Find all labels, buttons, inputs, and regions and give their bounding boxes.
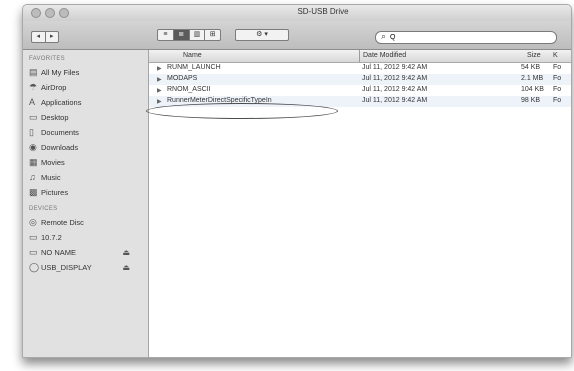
forward-button[interactable]: ▸ (44, 32, 59, 42)
file-row[interactable]: ▶ MODAPS Jul 11, 2012 9:42 AM 2.1 MB Fo (149, 74, 571, 85)
sidebar-item-label: 10.7.2 (41, 233, 62, 242)
file-size: 98 KB (521, 97, 541, 104)
column-header-kind[interactable]: K (553, 52, 558, 59)
sidebar-item-music[interactable]: ♫ Music (23, 170, 148, 185)
sidebar-item-movies[interactable]: ▦ Movies (23, 155, 148, 170)
sidebar-item-label: USB_DISPLAY (41, 263, 92, 272)
file-date: Jul 11, 2012 9:42 AM (362, 97, 428, 104)
file-kind: Fo (553, 64, 562, 71)
disclosure-triangle-icon[interactable]: ▶ (157, 87, 162, 94)
search-field[interactable]: ⌕ (375, 31, 557, 44)
coverflow-view-button[interactable]: ⊞ (204, 30, 220, 40)
file-name: RUNM_LAUNCH (167, 64, 221, 71)
sidebar-item-usb-display[interactable]: ◯ USB_DISPLAY ⏏ (23, 260, 148, 275)
sidebar-item-applications[interactable]: A Applications (23, 95, 148, 110)
window-title: SD-USB Drive (297, 7, 349, 16)
sidebar-item-label: Movies (41, 158, 65, 167)
file-row[interactable]: ▶ RNOM_ASCII Jul 11, 2012 9:42 AM 104 KB… (149, 85, 571, 96)
all-files-icon: ▤ (29, 67, 38, 77)
file-date: Jul 11, 2012 9:42 AM (362, 86, 428, 93)
search-icon: ⌕ (381, 31, 387, 41)
pictures-icon: ▩ (29, 187, 38, 197)
close-button[interactable] (31, 8, 41, 18)
file-row[interactable]: ▶ RUNM_LAUNCH Jul 11, 2012 9:42 AM 54 KB… (149, 63, 571, 74)
icon-view-button[interactable]: ≡ (158, 30, 173, 40)
file-list: Name Date Modified Size K ▶ RUNM_LAUNCH … (149, 50, 571, 357)
sidebar-item-airdrop[interactable]: ☂ AirDrop (23, 80, 148, 95)
file-date: Jul 11, 2012 9:42 AM (362, 64, 428, 71)
sidebar-item-label: All My Files (41, 68, 80, 77)
sidebar-item-label: Pictures (41, 188, 69, 197)
minimize-button[interactable] (45, 8, 55, 18)
nav-buttons: ◂ ▸ (31, 31, 59, 43)
toolbar: ◂ ▸ ≡ ≣ ▥ ⊞ ⚙ ▾ ⌕ (23, 21, 571, 50)
file-kind: Fo (553, 75, 562, 82)
column-header-date[interactable]: Date Modified (359, 50, 406, 62)
downloads-icon: ◉ (29, 142, 37, 152)
sidebar-item-desktop[interactable]: ▭ Desktop (23, 110, 148, 125)
highlight-ellipse (146, 103, 338, 119)
drive-icon: ▭ (29, 247, 38, 257)
sidebar-item-documents[interactable]: ▯ Documents (23, 125, 148, 140)
sidebar-item-remote-disc[interactable]: ◎ Remote Disc (23, 215, 148, 230)
sidebar-item-downloads[interactable]: ◉ Downloads (23, 140, 148, 155)
file-name: MODAPS (167, 75, 198, 82)
file-date: Jul 11, 2012 9:42 AM (362, 75, 428, 82)
sidebar-item-label: Documents (41, 128, 79, 137)
desktop-icon: ▭ (29, 112, 38, 122)
column-view-button[interactable]: ▥ (188, 30, 205, 40)
documents-icon: ▯ (29, 127, 34, 137)
file-kind: Fo (553, 86, 562, 93)
window-controls (31, 8, 69, 18)
column-header: Name Date Modified Size K (149, 50, 571, 63)
list-view-button[interactable]: ≣ (172, 30, 189, 40)
sidebar-item-label: Desktop (41, 113, 69, 122)
disc-icon: ◎ (29, 217, 37, 227)
action-menu-button[interactable]: ⚙ ▾ (235, 29, 289, 41)
sidebar-item-label: Downloads (41, 143, 79, 152)
sidebar-item-label: NO NAME (41, 248, 77, 257)
sidebar-item-no-name[interactable]: ▭ NO NAME ⏏ (23, 245, 148, 260)
view-mode-buttons: ≡ ≣ ▥ ⊞ (157, 29, 221, 41)
drive-icon: ▭ (29, 232, 38, 242)
sidebar-heading-devices: DEVICES (29, 206, 58, 212)
movies-icon: ▦ (29, 157, 38, 167)
sidebar: FAVORITES ▤ All My Files ☂ AirDrop A Applic… (23, 50, 149, 357)
search-input[interactable] (390, 32, 550, 43)
sidebar-item-label: Applications (41, 98, 82, 107)
sidebar-item-10-7-2[interactable]: ▭ 10.7.2 (23, 230, 148, 245)
disclosure-triangle-icon[interactable]: ▶ (157, 65, 162, 72)
finder-window: SD-USB Drive ◂ ▸ ≡ ≣ ▥ ⊞ ⚙ ▾ ⌕ FAVORITES… (22, 4, 572, 358)
sidebar-item-label: Remote Disc (41, 218, 84, 227)
eject-icon[interactable]: ⏏ (122, 260, 130, 275)
title-bar: SD-USB Drive (23, 5, 571, 21)
applications-icon: A (29, 97, 36, 107)
file-name: RNOM_ASCII (167, 86, 211, 93)
disclosure-triangle-icon[interactable]: ▶ (157, 76, 162, 83)
column-header-size[interactable]: Size (527, 52, 541, 59)
column-header-name[interactable]: Name (183, 52, 202, 59)
eject-icon[interactable]: ⏏ (122, 245, 130, 260)
sidebar-item-pictures[interactable]: ▩ Pictures (23, 185, 148, 200)
sidebar-item-label: Music (41, 173, 61, 182)
file-size: 54 KB (521, 64, 541, 71)
sidebar-heading-favorites: FAVORITES (29, 56, 65, 62)
file-kind: Fo (553, 97, 562, 104)
sidebar-item-all-my-files[interactable]: ▤ All My Files (23, 65, 148, 80)
usb-drive-icon: ◯ (29, 262, 40, 272)
disclosure-triangle-icon[interactable]: ▶ (157, 98, 162, 105)
sidebar-item-label: AirDrop (41, 83, 67, 92)
airdrop-icon: ☂ (29, 82, 38, 92)
file-size: 2.1 MB (521, 75, 544, 82)
music-icon: ♫ (29, 172, 36, 182)
file-size: 104 KB (521, 86, 544, 93)
back-button[interactable]: ◂ (32, 32, 45, 42)
zoom-button[interactable] (59, 8, 69, 18)
